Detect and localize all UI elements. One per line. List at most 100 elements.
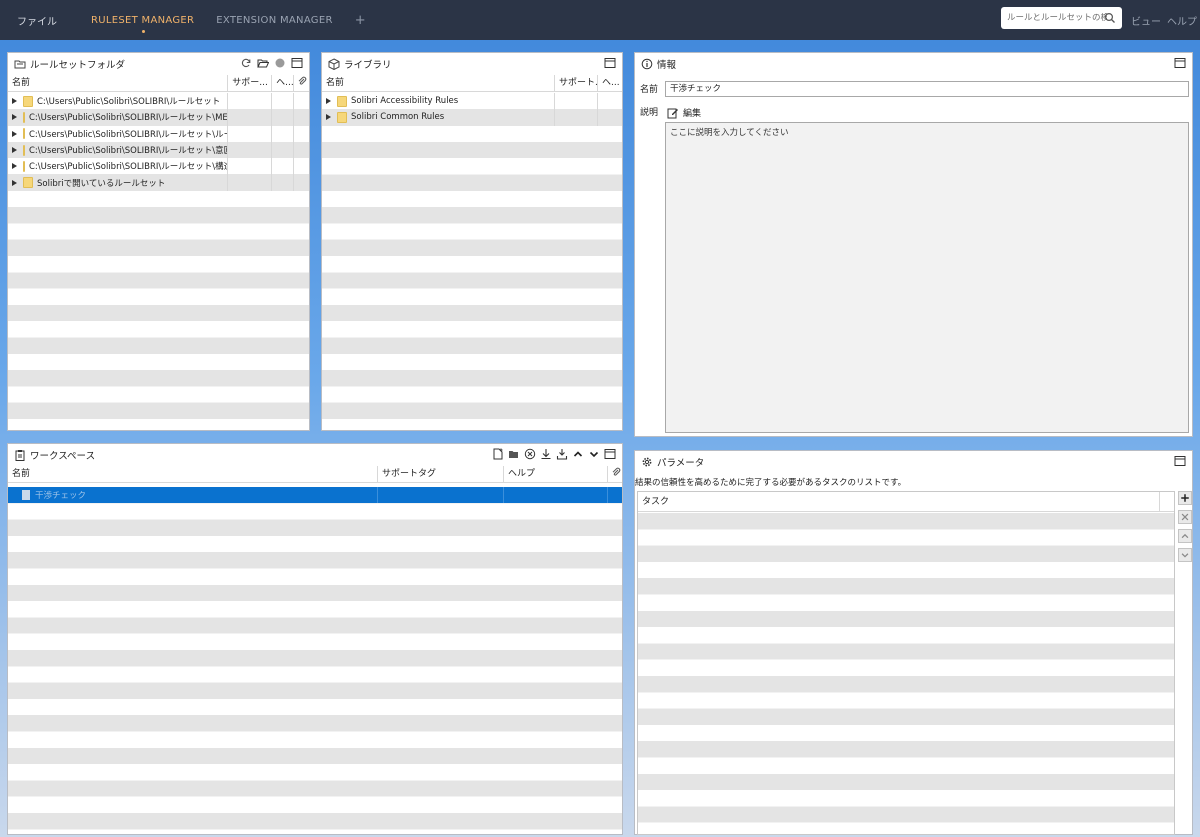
chevron-up-icon[interactable] (572, 448, 584, 460)
list-item[interactable]: C:\Users\Public\Solibri\SOLIBRI\ルールセット\ル… (8, 125, 309, 142)
column-name[interactable]: 名前 (322, 74, 555, 92)
expand-arrow-icon[interactable] (12, 98, 17, 105)
library-list: Solibri Accessibility Rules Solibri Comm… (322, 93, 622, 430)
refresh-icon[interactable] (240, 57, 252, 69)
maximize-panel-icon[interactable] (604, 57, 616, 69)
workspace-header: ワークスペース (8, 444, 622, 466)
column-help[interactable]: ヘ... (598, 75, 622, 92)
paperclip-icon (296, 75, 308, 87)
remove-task-button[interactable] (1178, 510, 1192, 524)
maximize-panel-icon[interactable] (604, 448, 616, 460)
expand-arrow-icon[interactable] (12, 114, 17, 121)
paperclip-icon (610, 466, 622, 478)
folder-icon (23, 160, 25, 172)
download-all-icon[interactable] (556, 448, 568, 460)
search-icon[interactable] (1104, 12, 1116, 24)
column-support[interactable]: サポー... (228, 74, 273, 92)
list-item[interactable]: C:\Users\Public\Solibri\SOLIBRI\ルールセット\意… (8, 141, 309, 159)
parameters-panel: パラメータ 結果の信頼性を高めるために完了する必要があるタスクのリストです。 タ… (634, 450, 1193, 835)
column-support[interactable]: サポート... (555, 74, 598, 92)
add-task-button[interactable] (1178, 491, 1192, 505)
open-folder-icon[interactable] (508, 448, 520, 460)
download-icon[interactable] (540, 448, 552, 460)
list-item[interactable]: Solibriで開いているルールセット (8, 174, 309, 191)
list-item[interactable]: C:\Users\Public\Solibri\SOLIBRI\ルールセット (8, 93, 309, 110)
ruleset-folder-panel: ルールセットフォルダ 名前 サポー... ヘ... C:\Users\Publi… (7, 52, 310, 431)
description-textarea[interactable]: ここに説明を入力してください (665, 122, 1189, 433)
list-item[interactable]: Solibri Accessibility Rules (322, 93, 622, 110)
workspace-column-header: 名前 サポートタグ ヘルプ (8, 465, 622, 483)
task-column-header: タスク (638, 492, 1174, 512)
library-panel: ライブラリ 名前 サポート... ヘ... Solibri Accessibil… (321, 52, 623, 431)
column-help[interactable]: ヘ... (272, 74, 295, 92)
panel-title: 情報 (657, 60, 677, 71)
workspace-list: 干渉チェック (8, 487, 622, 834)
list-item[interactable]: Solibri Common Rules (322, 109, 622, 126)
column-name[interactable]: 名前 (8, 74, 229, 92)
ruleset-column-header: 名前 サポー... ヘ... (8, 74, 309, 92)
table-row[interactable]: 干渉チェック (8, 487, 622, 504)
expand-arrow-icon[interactable] (326, 98, 331, 105)
column-task[interactable]: タスク (638, 492, 1160, 512)
ruleset-folder-icon (14, 58, 26, 70)
list-item[interactable]: C:\Users\Public\Solibri\SOLIBRI\ルールセット\構… (8, 158, 309, 175)
panel-title: ライブラリ (344, 60, 392, 71)
tab-extension-manager[interactable]: EXTENSION MANAGER (216, 15, 332, 26)
maximize-panel-icon[interactable] (1174, 57, 1186, 69)
top-bar: ファイル RULESET MANAGER EXTENSION MANAGER +… (0, 0, 1200, 40)
move-down-button[interactable] (1178, 548, 1192, 562)
folder-icon (23, 144, 25, 156)
expand-arrow-icon[interactable] (326, 114, 331, 121)
chevron-up-icon (1181, 533, 1189, 539)
file-menu[interactable]: ファイル (17, 13, 57, 28)
column-attachment[interactable] (294, 75, 309, 92)
task-table: タスク (637, 491, 1175, 835)
task-list (638, 513, 1174, 834)
ruleset-list: C:\Users\Public\Solibri\SOLIBRI\ルールセット C… (8, 93, 309, 430)
ruleset-file-icon (22, 490, 30, 501)
name-label: 名前 (640, 85, 659, 95)
name-field[interactable]: 干渉チェック (665, 81, 1189, 97)
maximize-panel-icon[interactable] (1174, 455, 1186, 467)
info-header: 情報 (635, 53, 1192, 75)
view-menu[interactable]: ビュー (1131, 13, 1161, 28)
column-name[interactable]: 名前 (8, 465, 378, 483)
edit-button[interactable]: 編集 (667, 106, 701, 119)
open-folder-icon[interactable] (257, 57, 269, 69)
info-icon (641, 58, 653, 70)
disabled-circle-icon[interactable] (274, 57, 286, 69)
add-tab-button[interactable]: + (355, 13, 366, 28)
chevron-down-icon[interactable] (588, 448, 600, 460)
help-menu[interactable]: ヘルプ (1167, 13, 1197, 28)
search-box[interactable] (1001, 7, 1122, 29)
move-up-button[interactable] (1178, 529, 1192, 543)
list-item[interactable]: C:\Users\Public\Solibri\SOLIBRI\ルールセット\M… (8, 109, 309, 126)
folder-icon (23, 177, 33, 189)
expand-arrow-icon[interactable] (12, 147, 17, 154)
expand-arrow-icon[interactable] (12, 163, 17, 170)
folder-icon (337, 95, 347, 107)
folder-icon (23, 128, 25, 140)
parameters-description: 結果の信頼性を高めるために完了する必要があるタスクのリストです。 (635, 478, 907, 488)
edit-icon (667, 107, 679, 119)
expand-arrow-icon[interactable] (12, 130, 17, 137)
workspace-panel: ワークスペース 名前 サポートタグ ヘルプ 干渉チェック (7, 443, 623, 835)
close-icon (1181, 513, 1189, 521)
info-panel: 情報 名前 干渉チェック 説明 編集 ここに説明を入力してください (634, 52, 1193, 437)
search-input[interactable] (1007, 13, 1107, 23)
library-icon (328, 58, 340, 70)
column-help[interactable]: ヘルプ (504, 465, 608, 483)
clipboard-icon (14, 449, 26, 461)
folder-icon (23, 95, 33, 107)
library-header: ライブラリ (322, 53, 622, 75)
description-label: 説明 (640, 108, 659, 118)
column-attachment[interactable] (608, 466, 622, 483)
panel-title: パラメータ (657, 458, 705, 469)
maximize-panel-icon[interactable] (291, 57, 303, 69)
expand-arrow-icon[interactable] (12, 179, 17, 186)
close-circle-icon[interactable] (524, 448, 536, 460)
tab-ruleset-manager[interactable]: RULESET MANAGER (91, 15, 194, 33)
new-file-icon[interactable] (492, 448, 504, 460)
chevron-down-icon (1181, 553, 1189, 558)
column-support-tag[interactable]: サポートタグ (378, 465, 504, 483)
